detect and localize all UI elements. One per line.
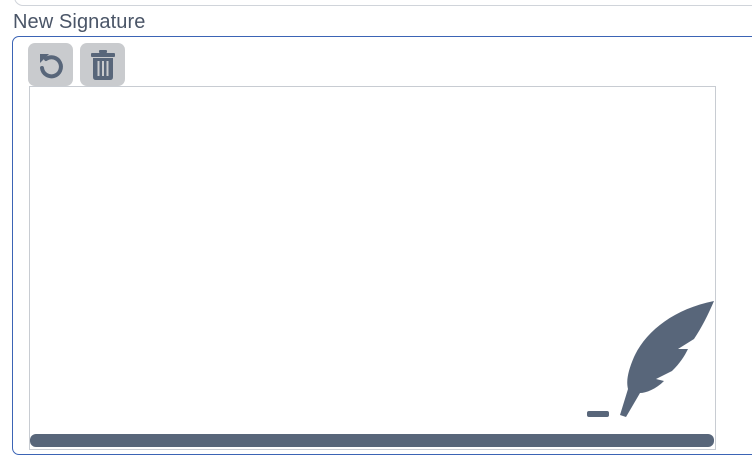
signature-baseline [30, 434, 714, 447]
trash-icon [90, 49, 115, 80]
signature-page: New Signature [0, 0, 752, 458]
undo-icon [39, 53, 63, 78]
feather-pen-icon [587, 301, 714, 417]
signature-label: New Signature [13, 11, 146, 33]
clear-button[interactable] [80, 43, 125, 86]
previous-field[interactable] [14, 0, 752, 6]
signature-toolbar [28, 43, 125, 86]
undo-button[interactable] [28, 43, 73, 86]
